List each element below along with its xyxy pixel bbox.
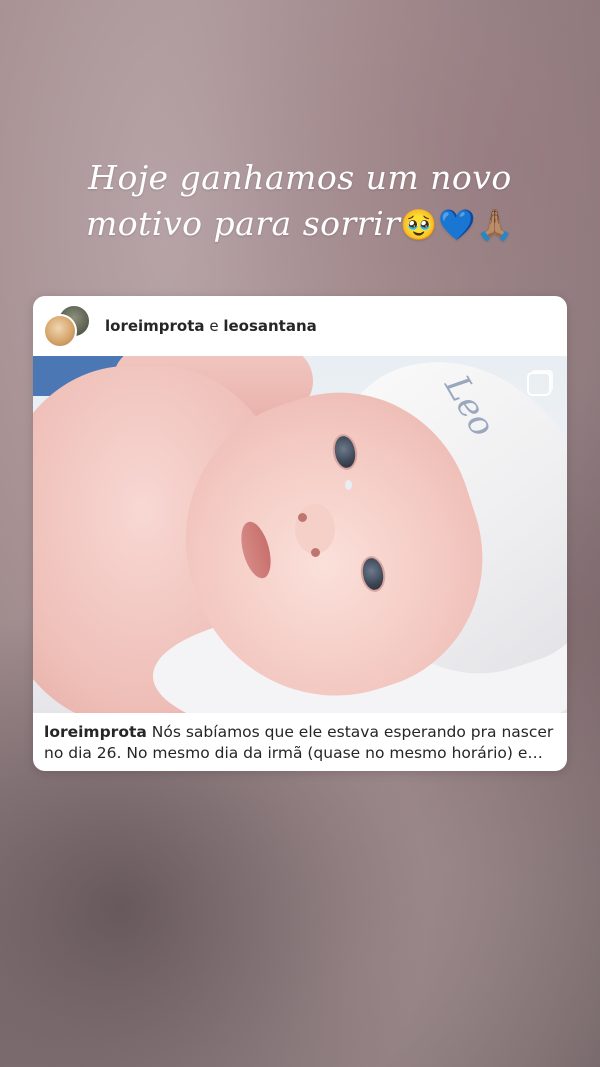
collab-avatars[interactable] [43,302,95,350]
author-avatar [43,314,77,348]
baby-nose [295,504,335,554]
author-username[interactable]: loreimprota [105,317,205,335]
authors-connector: e [209,317,219,335]
shared-post-card[interactable]: loreimprota e leosantana Leo loreimprota… [33,296,567,771]
carousel-icon [527,372,551,396]
collaborator-username[interactable]: leosantana [223,317,316,335]
caption-line-1: Hoje ganhamos um novo [88,158,512,197]
caption-line-2: motivo para sorrir🥹💙🙏🏽 [0,201,600,249]
post-photo[interactable]: Leo [33,356,567,713]
folded-hands-emoji: 🙏🏽 [476,208,514,243]
post-authors[interactable]: loreimprota e leosantana [105,317,317,335]
pleading-face-emoji: 🥹 [400,208,439,243]
nostril [298,513,307,522]
post-caption[interactable]: loreimprota Nós sabíamos que ele estava … [33,713,567,764]
blue-heart-emoji: 💙 [438,208,477,243]
caption-line-2-text: motivo para sorrir [86,204,401,243]
nostril [311,548,320,557]
story-caption: Hoje ganhamos um novo motivo para sorrir… [0,155,600,249]
caption-author[interactable]: loreimprota [44,723,147,741]
tear-drop [345,480,352,490]
post-header[interactable]: loreimprota e leosantana [33,296,567,356]
